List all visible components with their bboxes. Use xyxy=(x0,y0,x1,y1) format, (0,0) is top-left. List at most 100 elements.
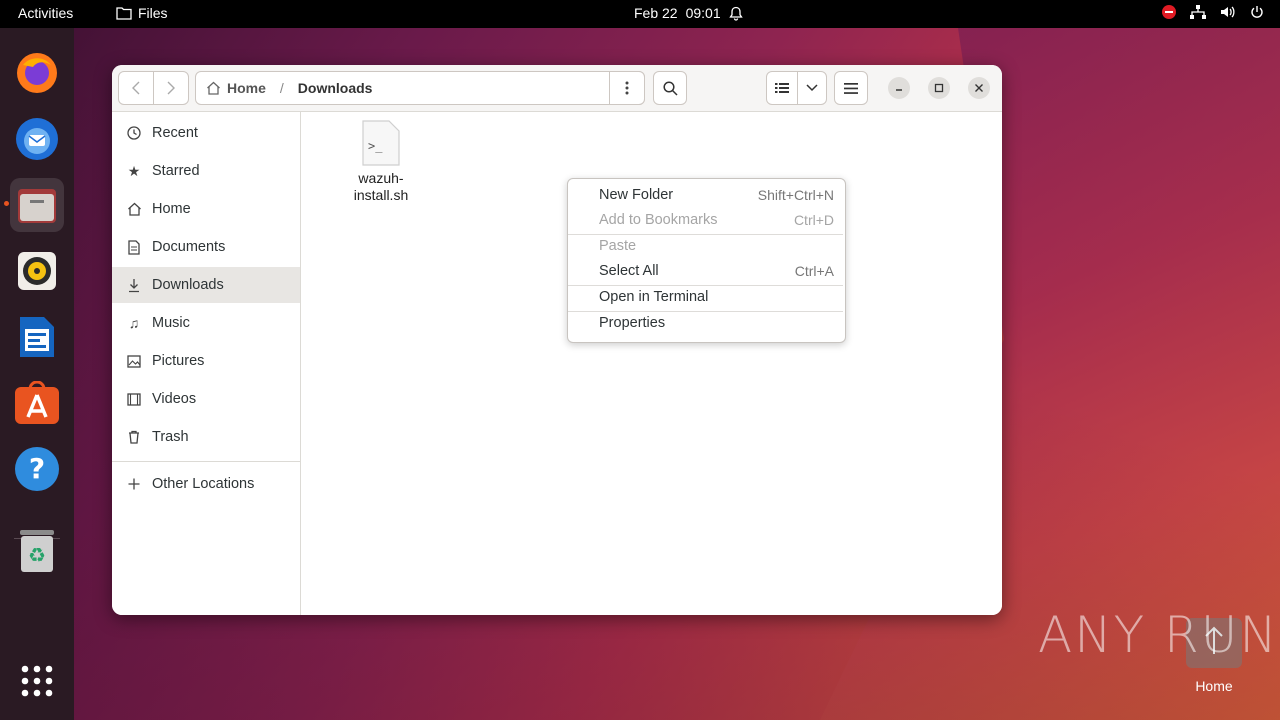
dock: ? ♻ xyxy=(0,28,74,720)
sidebar-item-label: Pictures xyxy=(152,353,205,369)
libreoffice-writer-icon[interactable] xyxy=(10,310,64,364)
recording-indicator-icon xyxy=(1162,5,1176,19)
hamburger-icon xyxy=(844,82,858,94)
grid-icon xyxy=(21,665,53,697)
sidebar-item-videos[interactable]: Videos xyxy=(112,381,300,417)
sidebar-item-label: Music xyxy=(152,315,190,331)
sidebar: Recent ★ Starred Home Documents Download… xyxy=(112,112,301,615)
menu-item-shortcut: Shift+Ctrl+N xyxy=(757,187,834,203)
view-options-button[interactable] xyxy=(797,71,827,105)
menu-item-label: Open in Terminal xyxy=(599,289,709,305)
network-icon xyxy=(1190,5,1206,19)
sidebar-item-label: Home xyxy=(152,201,191,217)
running-indicator xyxy=(4,201,9,206)
top-bar: Activities Files Feb 22 09:01 xyxy=(0,0,1280,28)
sidebar-item-label: Trash xyxy=(152,429,189,445)
plus-icon xyxy=(126,478,142,490)
breadcrumb-separator: / xyxy=(279,80,284,96)
writer-logo xyxy=(20,317,54,357)
video-icon xyxy=(126,392,142,406)
sidebar-item-trash[interactable]: Trash xyxy=(112,419,300,455)
menu-item-properties[interactable]: Properties xyxy=(568,311,843,335)
menu-item-new-folder[interactable]: New Folder Shift+Ctrl+N xyxy=(568,183,843,207)
clock-date: Feb 22 xyxy=(634,5,678,21)
sidebar-item-starred[interactable]: ★ Starred xyxy=(112,153,300,189)
files-folder-logo xyxy=(18,189,56,223)
trash-icon[interactable]: ♻ xyxy=(10,524,64,578)
svg-text:>_: >_ xyxy=(368,139,383,153)
menu-item-label: Paste xyxy=(599,238,637,254)
close-icon xyxy=(975,84,983,92)
thunderbird-logo xyxy=(16,118,58,160)
home-icon xyxy=(126,202,142,216)
desktop-home-label: Home xyxy=(1195,678,1233,694)
activities-button[interactable]: Activities xyxy=(18,5,73,21)
clock[interactable]: Feb 22 09:01 xyxy=(634,5,743,21)
sidebar-separator xyxy=(112,461,300,462)
music-icon: ♫ xyxy=(128,315,140,331)
main-menu-button[interactable] xyxy=(834,71,868,105)
rhythmbox-logo xyxy=(18,252,56,290)
clock-time: 09:01 xyxy=(685,5,721,21)
watermark: ANY RUN xyxy=(1038,606,1279,664)
document-icon xyxy=(126,239,142,255)
clock-icon xyxy=(126,126,142,140)
menu-item-shortcut: Ctrl+A xyxy=(794,263,834,279)
path-menu-button[interactable] xyxy=(609,71,645,105)
sidebar-item-pictures[interactable]: Pictures xyxy=(112,343,300,379)
trash-logo: ♻ xyxy=(20,530,54,572)
star-icon: ★ xyxy=(127,162,141,179)
header-bar: Home / Downloads xyxy=(112,65,1002,112)
sidebar-item-home[interactable]: Home xyxy=(112,191,300,227)
breadcrumb-home[interactable]: Home xyxy=(196,80,266,96)
file-name-line1: wazuh- xyxy=(358,170,404,186)
picture-icon xyxy=(126,354,142,368)
sidebar-item-downloads[interactable]: Downloads xyxy=(112,267,300,303)
menu-item-label: Select All xyxy=(599,263,659,279)
menu-item-open-in-terminal[interactable]: Open in Terminal xyxy=(568,285,843,309)
sidebar-item-label: Videos xyxy=(152,391,197,407)
power-icon xyxy=(1251,6,1263,18)
context-menu: New Folder Shift+Ctrl+N Add to Bookmarks… xyxy=(567,178,846,343)
minimize-icon xyxy=(896,89,902,91)
minimize-button[interactable] xyxy=(888,77,910,99)
show-apps-grid-icon[interactable] xyxy=(10,654,64,708)
back-button[interactable] xyxy=(118,71,154,105)
file-item[interactable]: >_ wazuh- install.sh xyxy=(341,120,421,204)
sidebar-item-label: Downloads xyxy=(152,277,224,293)
breadcrumb-home-label: Home xyxy=(227,80,266,96)
firefox-icon[interactable] xyxy=(10,46,64,100)
maximize-button[interactable] xyxy=(928,77,950,99)
rhythmbox-icon[interactable] xyxy=(10,244,64,298)
sidebar-item-other-locations[interactable]: Other Locations xyxy=(112,466,300,502)
menu-item-paste[interactable]: Paste xyxy=(568,234,843,258)
system-tray[interactable] xyxy=(1162,5,1264,19)
files-icon[interactable] xyxy=(10,178,64,232)
search-button[interactable] xyxy=(653,71,687,105)
thunderbird-icon[interactable] xyxy=(10,112,64,166)
shell-script-icon: >_ xyxy=(362,120,400,166)
folder-icon xyxy=(116,7,132,20)
svg-text:♻: ♻ xyxy=(28,543,46,567)
sidebar-item-music[interactable]: ♫ Music xyxy=(112,305,300,341)
menu-item-select-all[interactable]: Select All Ctrl+A xyxy=(568,259,843,283)
maximize-icon xyxy=(934,83,944,93)
forward-button[interactable] xyxy=(153,71,189,105)
close-button[interactable] xyxy=(968,77,990,99)
sidebar-item-recent[interactable]: Recent xyxy=(112,115,300,151)
volume-icon xyxy=(1221,6,1235,18)
sidebar-item-label: Documents xyxy=(152,239,226,255)
help-logo: ? xyxy=(15,447,59,491)
app-center-icon[interactable] xyxy=(10,376,64,430)
chevron-right-icon xyxy=(167,81,175,95)
sidebar-item-label: Other Locations xyxy=(152,476,255,492)
breadcrumb-current[interactable]: Downloads xyxy=(298,80,373,96)
menu-item-label: New Folder xyxy=(599,187,674,203)
help-icon[interactable]: ? xyxy=(10,442,64,496)
list-view-button[interactable] xyxy=(766,71,798,105)
bell-icon xyxy=(728,6,743,21)
menu-item-add-to-bookmarks[interactable]: Add to Bookmarks Ctrl+D xyxy=(568,208,843,232)
menu-item-label: Add to Bookmarks xyxy=(599,212,718,228)
app-menu[interactable]: Files xyxy=(116,5,168,21)
sidebar-item-documents[interactable]: Documents xyxy=(112,229,300,265)
